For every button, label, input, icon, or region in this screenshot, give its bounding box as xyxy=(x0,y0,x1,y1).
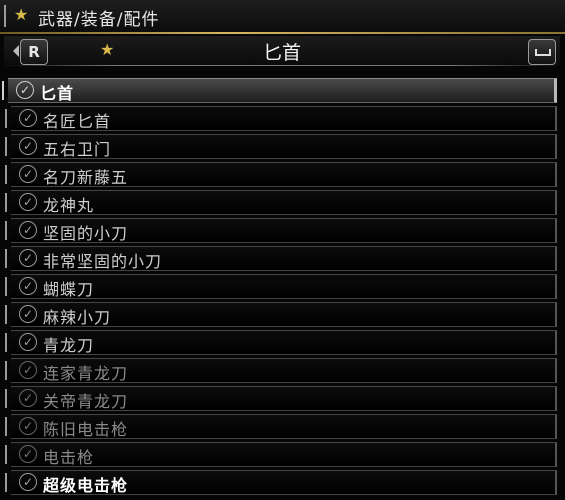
star-icon: ★ xyxy=(14,5,29,24)
list-item[interactable]: ✓ 名刀新藤五 xyxy=(5,162,557,187)
check-circle-icon: ✓ xyxy=(19,333,37,351)
check-circle-icon: ✓ xyxy=(19,109,37,127)
list-item[interactable]: ✓ 匕首 xyxy=(2,78,557,103)
row-marker xyxy=(5,333,7,352)
row-marker xyxy=(5,361,7,380)
check-circle-icon: ✓ xyxy=(16,81,34,99)
item-label: 麻辣小刀 xyxy=(43,308,112,327)
check-circle-icon: ✓ xyxy=(19,361,37,379)
list-item[interactable]: ✓ 名匠匕首 xyxy=(5,106,557,131)
item-label: 非常坚固的小刀 xyxy=(43,252,163,271)
item-label: 青龙刀 xyxy=(43,336,95,355)
equipment-screen: ★ 武器/装备/配件 R ★ 匕首 ✓ 匕首 ✓ 名匠匕首 ✓ 五右卫门 ✓ 名刀新藤五 ✓ 龙神… xyxy=(0,0,565,500)
row-marker xyxy=(5,193,7,212)
item-label: 陈旧电击枪 xyxy=(43,420,129,439)
item-label: 名匠匕首 xyxy=(43,112,112,131)
item-label: 蝴蝶刀 xyxy=(43,280,95,299)
list-item[interactable]: ✓ 超级电击枪 xyxy=(5,470,557,495)
item-label: 匕首 xyxy=(40,84,75,103)
category-title: 匕首 xyxy=(262,42,301,64)
item-label: 坚固的小刀 xyxy=(43,224,129,243)
list-item[interactable]: ✓ 龙神丸 xyxy=(5,190,557,215)
header-divider xyxy=(4,65,560,66)
check-circle-icon: ✓ xyxy=(19,221,37,239)
list-item[interactable]: ✓ 五右卫门 xyxy=(5,134,557,159)
row-marker xyxy=(5,249,7,268)
category-header: R ★ 匕首 xyxy=(4,36,560,66)
row-marker xyxy=(5,165,7,184)
row-marker xyxy=(5,277,7,296)
list-item[interactable]: ✓ 麻辣小刀 xyxy=(5,302,557,327)
gold-divider xyxy=(0,32,565,34)
item-label: 电击枪 xyxy=(43,448,95,467)
row-marker xyxy=(5,389,7,408)
item-label: 超级电击枪 xyxy=(43,476,129,495)
item-label: 龙神丸 xyxy=(43,196,95,215)
breadcrumb: ★ 武器/装备/配件 xyxy=(0,0,565,33)
check-circle-icon: ✓ xyxy=(19,165,37,183)
row-marker xyxy=(5,445,7,464)
list-item[interactable]: ✓ 蝴蝶刀 xyxy=(5,274,557,299)
check-circle-icon: ✓ xyxy=(19,305,37,323)
breadcrumb-marker xyxy=(4,5,6,27)
list-item[interactable]: ✓ 连家青龙刀 xyxy=(5,358,557,383)
list-item[interactable]: ✓ 坚固的小刀 xyxy=(5,218,557,243)
row-marker xyxy=(2,81,4,100)
item-label: 名刀新藤五 xyxy=(43,168,129,187)
row-marker xyxy=(5,305,7,324)
list-item[interactable]: ✓ 陈旧电击枪 xyxy=(5,414,557,439)
item-label: 关帝青龙刀 xyxy=(43,392,129,411)
list-item[interactable]: ✓ 非常坚固的小刀 xyxy=(5,246,557,271)
list-item[interactable]: ✓ 青龙刀 xyxy=(5,330,557,355)
row-marker xyxy=(5,109,7,128)
check-circle-icon: ✓ xyxy=(19,277,37,295)
row-marker xyxy=(5,417,7,436)
list-item[interactable]: ✓ 电击枪 xyxy=(5,442,557,467)
row-marker xyxy=(5,473,7,492)
item-label: 连家青龙刀 xyxy=(43,364,129,383)
space-key-button[interactable] xyxy=(528,39,556,65)
check-circle-icon: ✓ xyxy=(19,249,37,267)
check-circle-icon: ✓ xyxy=(19,473,37,491)
space-key-icon xyxy=(535,49,551,56)
check-circle-icon: ✓ xyxy=(19,137,37,155)
row-marker xyxy=(5,137,7,156)
row-marker xyxy=(5,221,7,240)
check-circle-icon: ✓ xyxy=(19,417,37,435)
item-label: 五右卫门 xyxy=(43,140,112,159)
list-item[interactable]: ✓ 关帝青龙刀 xyxy=(5,386,557,411)
check-circle-icon: ✓ xyxy=(19,445,37,463)
check-circle-icon: ✓ xyxy=(19,389,37,407)
check-circle-icon: ✓ xyxy=(19,193,37,211)
breadcrumb-text: 武器/装备/配件 xyxy=(38,10,160,30)
